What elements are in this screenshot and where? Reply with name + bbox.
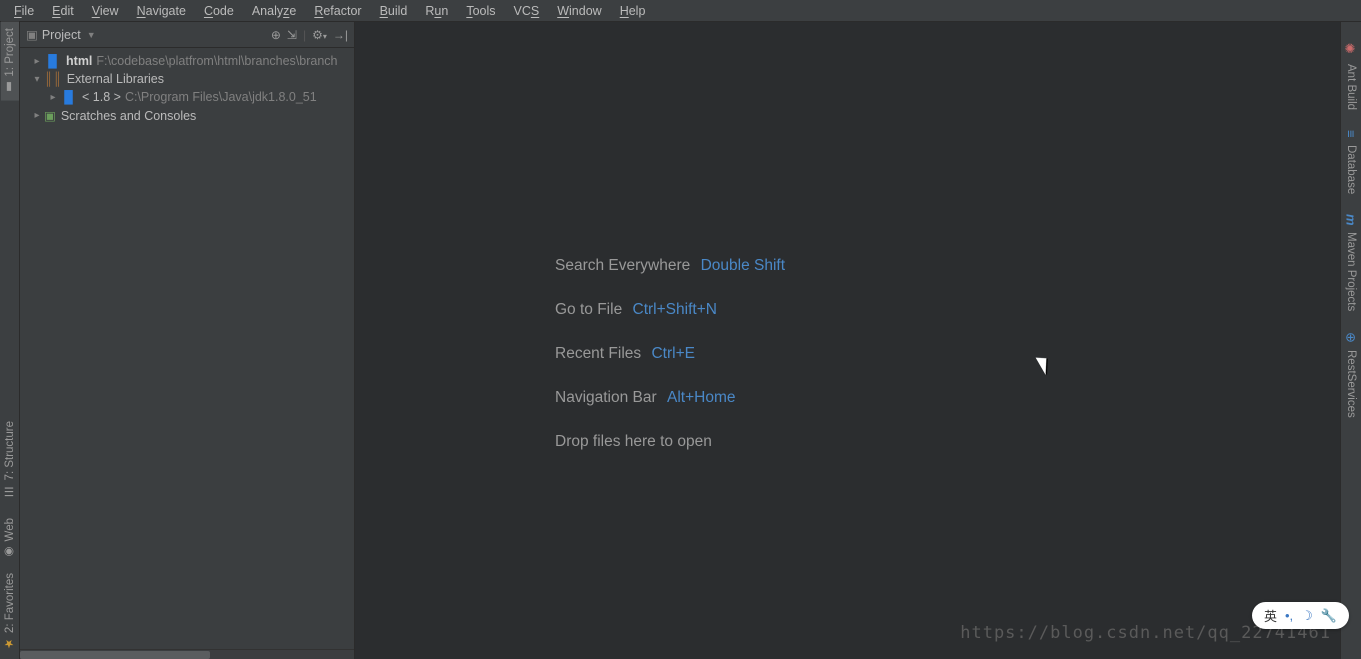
hide-icon[interactable]: →| bbox=[333, 28, 348, 42]
left-tool-web[interactable]: ◉ Web bbox=[3, 518, 17, 559]
workspace: ▣ Project ▼ ⊕ ⇲ | ⚙▾ →| ▐▌ html F:\codeb… bbox=[20, 22, 1340, 659]
target-icon[interactable]: ⊕ bbox=[271, 28, 281, 42]
right-tool-rest[interactable]: ⊕ RestServices bbox=[1344, 332, 1359, 418]
menu-help[interactable]: Help bbox=[612, 2, 654, 20]
hint-drop-files: Drop files here to open bbox=[555, 428, 785, 456]
expand-arrow-icon[interactable] bbox=[30, 74, 44, 85]
menu-navigate[interactable]: Navigate bbox=[129, 2, 194, 20]
project-tree[interactable]: ▐▌ html F:\codebase\platfrom\html\branch… bbox=[20, 48, 354, 129]
tree-node-label: < 1.8 > bbox=[82, 90, 121, 104]
right-tool-maven[interactable]: m Maven Projects bbox=[1344, 214, 1359, 312]
divider-icon: | bbox=[303, 28, 306, 42]
hint-go-to-file: Go to File Ctrl+Shift+N bbox=[555, 296, 785, 324]
hint-navigation-bar: Navigation Bar Alt+Home bbox=[555, 384, 785, 412]
web-icon: ◉ bbox=[3, 545, 17, 559]
menu-view[interactable]: View bbox=[84, 2, 127, 20]
left-tool-favorites[interactable]: ★ 2: Favorites bbox=[3, 573, 17, 651]
project-panel: ▣ Project ▼ ⊕ ⇲ | ⚙▾ →| ▐▌ html F:\codeb… bbox=[20, 22, 355, 659]
expand-arrow-icon[interactable] bbox=[30, 110, 44, 121]
right-tool-gutter: ✺ Ant Build ≡ Database m Maven Projects … bbox=[1340, 22, 1361, 659]
menu-file[interactable]: File bbox=[6, 2, 42, 20]
tree-node-label: Scratches and Consoles bbox=[61, 109, 197, 123]
tree-node-external-libraries[interactable]: ║║ External Libraries bbox=[20, 70, 354, 88]
project-icon: ▮ bbox=[3, 81, 17, 95]
menu-vcs[interactable]: VCS bbox=[506, 2, 548, 20]
menu-build[interactable]: Build bbox=[372, 2, 416, 20]
left-tool-project[interactable]: ▮ 1: Project bbox=[1, 22, 19, 101]
chevron-down-icon[interactable]: ▼ bbox=[87, 30, 96, 40]
editor-hints: Search Everywhere Double Shift Go to Fil… bbox=[555, 252, 785, 471]
structure-icon: ☰ bbox=[3, 484, 17, 498]
menu-tools[interactable]: Tools bbox=[458, 2, 503, 20]
collapse-icon[interactable]: ⇲ bbox=[287, 28, 297, 42]
menu-analyze[interactable]: Analyze bbox=[244, 2, 304, 20]
tree-node-html[interactable]: ▐▌ html F:\codebase\platfrom\html\branch… bbox=[20, 52, 354, 70]
library-icon: ║║ bbox=[44, 72, 62, 86]
expand-arrow-icon[interactable] bbox=[30, 56, 44, 67]
hint-search-everywhere: Search Everywhere Double Shift bbox=[555, 252, 785, 280]
rest-icon: ⊕ bbox=[1344, 332, 1359, 343]
jdk-icon: ▐▌ bbox=[60, 90, 77, 104]
gear-icon[interactable]: ⚙▾ bbox=[312, 28, 327, 42]
tree-node-label: External Libraries bbox=[67, 72, 164, 86]
database-icon: ≡ bbox=[1344, 130, 1359, 138]
menu-window[interactable]: Window bbox=[549, 2, 609, 20]
menu-refactor[interactable]: Refactor bbox=[306, 2, 369, 20]
tree-node-scratches[interactable]: ▣ Scratches and Consoles bbox=[20, 106, 354, 125]
expand-arrow-icon[interactable] bbox=[46, 92, 60, 103]
menu-code[interactable]: Code bbox=[196, 2, 242, 20]
tree-node-path: F:\codebase\platfrom\html\branches\branc… bbox=[96, 54, 337, 68]
project-h-scrollbar[interactable] bbox=[20, 649, 354, 659]
ime-punct-icon: •, bbox=[1285, 608, 1293, 623]
left-tool-structure[interactable]: ☰ 7: Structure bbox=[3, 421, 17, 498]
tree-node-jdk[interactable]: ▐▌ < 1.8 > C:\Program Files\Java\jdk1.8.… bbox=[20, 88, 354, 106]
scratch-icon: ▣ bbox=[44, 108, 56, 123]
moon-icon: ☽ bbox=[1301, 608, 1313, 624]
wrench-icon: 🔧 bbox=[1321, 608, 1337, 624]
module-icon: ▐▌ bbox=[44, 54, 61, 68]
maven-icon: m bbox=[1344, 214, 1359, 226]
scrollbar-thumb[interactable] bbox=[20, 651, 210, 659]
project-panel-header: ▣ Project ▼ ⊕ ⇲ | ⚙▾ →| bbox=[20, 22, 354, 48]
ime-mode: 英 bbox=[1264, 606, 1277, 625]
tree-node-path: C:\Program Files\Java\jdk1.8.0_51 bbox=[125, 90, 317, 104]
menu-edit[interactable]: Edit bbox=[44, 2, 82, 20]
tree-node-label: html bbox=[66, 54, 92, 68]
project-view-icon: ▣ bbox=[26, 27, 38, 42]
ant-icon: ✺ bbox=[1344, 42, 1359, 57]
editor-empty-area[interactable]: Search Everywhere Double Shift Go to Fil… bbox=[355, 22, 1340, 659]
menubar: File Edit View Navigate Code Analyze Ref… bbox=[0, 0, 1361, 22]
right-tool-ant[interactable]: ✺ Ant Build bbox=[1344, 42, 1359, 110]
project-panel-title[interactable]: Project bbox=[42, 28, 81, 42]
hint-recent-files: Recent Files Ctrl+E bbox=[555, 340, 785, 368]
ime-indicator[interactable]: 英 •, ☽ 🔧 bbox=[1252, 602, 1349, 629]
menu-run[interactable]: Run bbox=[417, 2, 456, 20]
left-tool-gutter: ▮ 1: Project ☰ 7: Structure ◉ Web ★ 2: F… bbox=[0, 22, 20, 659]
favorites-icon: ★ bbox=[3, 637, 17, 651]
right-tool-database[interactable]: ≡ Database bbox=[1344, 130, 1359, 194]
